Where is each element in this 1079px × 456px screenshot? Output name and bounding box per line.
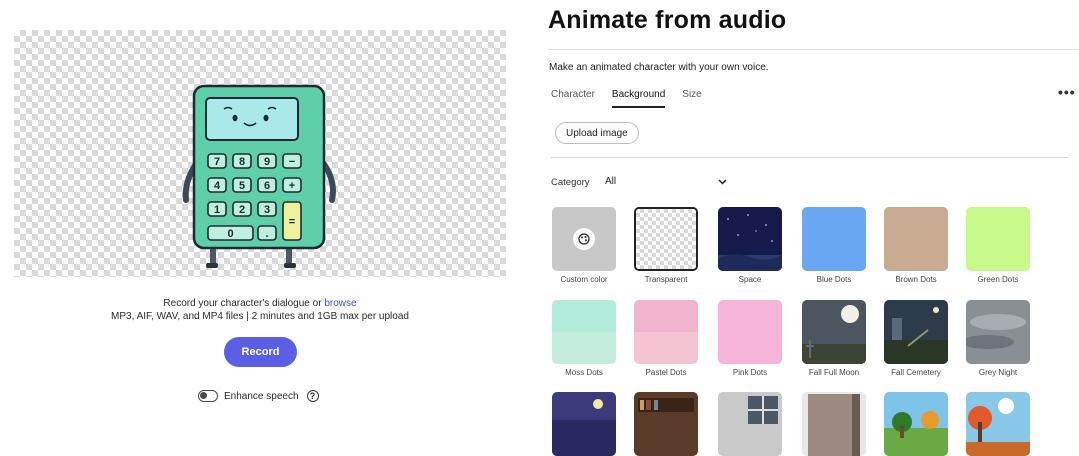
title-divider bbox=[548, 49, 1079, 50]
calc-key-label: + bbox=[289, 180, 295, 192]
toggle-knob bbox=[200, 392, 207, 399]
category-label: Category bbox=[551, 177, 590, 188]
upload-image-button[interactable]: Upload image bbox=[555, 122, 639, 144]
tab-background[interactable]: Background bbox=[611, 89, 666, 108]
calc-key: 1 bbox=[207, 201, 227, 217]
tab-size[interactable]: Size bbox=[682, 89, 701, 108]
browse-link[interactable]: browse bbox=[324, 298, 356, 309]
calculator-character: 7 8 9 − 4 5 6 +1 2 3 = 0. bbox=[182, 84, 336, 268]
section-divider bbox=[551, 157, 1068, 158]
calc-key-label: − bbox=[289, 156, 295, 168]
stage-canvas: 7 8 9 − 4 5 6 +1 2 3 = 0. bbox=[14, 30, 506, 277]
background-tile-label: Transparent bbox=[644, 275, 688, 284]
help-icon[interactable]: ? bbox=[306, 390, 319, 402]
calc-key: 7 bbox=[207, 153, 227, 169]
background-tile[interactable] bbox=[718, 300, 782, 364]
background-tile[interactable] bbox=[966, 207, 1030, 271]
record-button[interactable]: Record bbox=[224, 337, 297, 367]
background-tile[interactable] bbox=[718, 207, 782, 271]
calc-key-label: 5 bbox=[239, 180, 245, 192]
background-tile[interactable] bbox=[634, 300, 698, 364]
background-tile-label: Pink Dots bbox=[732, 368, 768, 377]
tab-character[interactable]: Character bbox=[551, 89, 595, 108]
background-tile[interactable] bbox=[966, 300, 1030, 364]
calc-key-label: 3 bbox=[264, 204, 270, 216]
background-tile-label: Custom color bbox=[560, 275, 608, 284]
enhance-speech-row: Enhance speech ? bbox=[198, 390, 319, 402]
page-title: Animate from audio bbox=[548, 6, 787, 34]
background-tile[interactable] bbox=[552, 207, 616, 271]
calc-key-label: = bbox=[289, 216, 295, 228]
background-tile-label: Fall Full Moon bbox=[808, 368, 860, 377]
calc-key: 9 bbox=[257, 153, 277, 169]
background-tile-label: Moss Dots bbox=[565, 368, 603, 377]
background-tile[interactable] bbox=[966, 392, 1030, 456]
chevron-down-icon bbox=[718, 178, 727, 185]
calc-key: . bbox=[257, 225, 277, 241]
enhance-speech-toggle[interactable] bbox=[198, 390, 218, 402]
background-tile[interactable] bbox=[634, 392, 698, 456]
calc-key: 8 bbox=[232, 153, 252, 169]
calc-key: 0 bbox=[207, 225, 254, 241]
calc-key-label: . bbox=[265, 228, 268, 240]
record-prompt: Record your character's dialogue or bbox=[163, 298, 322, 309]
calc-key-label: 7 bbox=[214, 156, 220, 168]
record-formats: MP3, AIF, WAV, and MP4 files | 2 minutes… bbox=[111, 311, 409, 322]
background-tile-label: Brown Dots bbox=[895, 275, 937, 284]
background-tile[interactable] bbox=[718, 392, 782, 456]
background-tile[interactable] bbox=[552, 300, 616, 364]
background-tile[interactable] bbox=[884, 392, 948, 456]
calc-key-label: 9 bbox=[264, 156, 270, 168]
calc-key: 4 bbox=[207, 177, 227, 193]
background-tile[interactable] bbox=[634, 207, 698, 271]
background-tile[interactable] bbox=[802, 392, 866, 456]
category-value: All bbox=[605, 176, 617, 187]
calc-key-label: 2 bbox=[239, 204, 245, 216]
enhance-speech-label: Enhance speech bbox=[224, 390, 299, 402]
category-select[interactable]: All bbox=[605, 176, 727, 187]
background-tile[interactable] bbox=[802, 300, 866, 364]
background-tile[interactable] bbox=[552, 392, 616, 456]
background-tile-label: Green Dots bbox=[977, 275, 1019, 284]
calc-key-label: 4 bbox=[214, 180, 221, 192]
background-tile[interactable] bbox=[884, 300, 948, 364]
calc-key: 6 bbox=[257, 177, 277, 193]
more-options-icon[interactable]: ••• bbox=[1058, 84, 1076, 100]
calc-key: 5 bbox=[232, 177, 252, 193]
background-tile-label: Grey Night bbox=[978, 368, 1018, 377]
calc-key: = bbox=[282, 201, 302, 241]
calc-key: 2 bbox=[232, 201, 252, 217]
background-tile-label: Blue Dots bbox=[816, 275, 852, 284]
background-tile-label: Pastel Dots bbox=[645, 368, 687, 377]
background-tile[interactable] bbox=[884, 207, 948, 271]
background-tile-label: Space bbox=[738, 275, 762, 284]
calc-key-label: 0 bbox=[227, 228, 233, 240]
calc-key: + bbox=[282, 177, 302, 193]
calc-key: 3 bbox=[257, 201, 277, 217]
background-tile[interactable] bbox=[802, 207, 866, 271]
record-instructions: Record your character's dialogue or brow… bbox=[14, 297, 506, 323]
palette-icon bbox=[573, 228, 595, 250]
background-tile-label: Fall Cemetery bbox=[891, 368, 941, 377]
tab-bar: Character Background Size bbox=[551, 89, 719, 108]
calc-key: − bbox=[282, 153, 302, 169]
page-subtitle: Make an animated character with your own… bbox=[549, 62, 769, 73]
calc-key-label: 6 bbox=[264, 180, 270, 192]
calc-key-label: 8 bbox=[239, 156, 245, 168]
calc-key-label: 1 bbox=[214, 204, 220, 216]
